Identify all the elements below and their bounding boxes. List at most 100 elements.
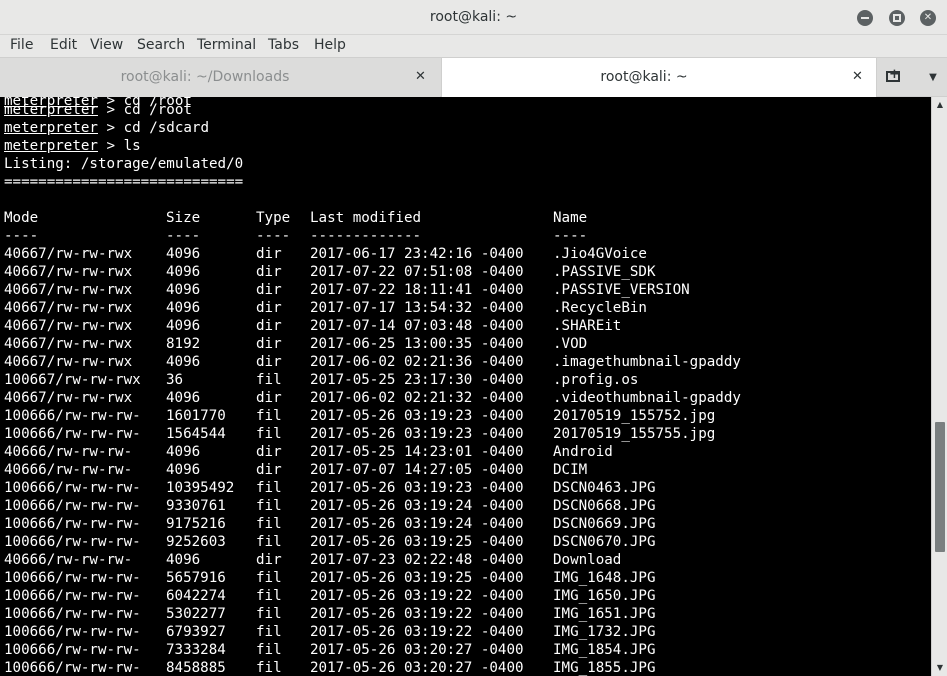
menu-file[interactable]: File — [10, 37, 33, 53]
tab-home[interactable]: root@kali: ~ ✕ — [441, 58, 877, 97]
scrollbar[interactable]: ▲ ▼ — [931, 97, 947, 676]
name-cell: DSCN0670.JPG — [553, 534, 656, 550]
size-cell: 1601770 — [166, 408, 226, 424]
modified-cell: 2017-05-26 03:19:23 -0400 — [310, 480, 524, 496]
type-cell: dir — [256, 282, 282, 298]
name-cell: IMG_1732.JPG — [553, 624, 656, 640]
name-cell: IMG_1854.JPG — [553, 642, 656, 658]
size-cell: 8192 — [166, 336, 201, 352]
terminal-output[interactable]: meterpreter > cd /root meterpreter > cd … — [0, 97, 931, 676]
menu-tabs[interactable]: Tabs — [268, 37, 299, 53]
mode-cell: 40667/rw-rw-rwx — [4, 336, 133, 352]
terminal-line: meterpreter > ls — [4, 137, 141, 155]
command: > cd /root — [97, 102, 192, 118]
size-cell: 4096 — [166, 300, 201, 316]
type-cell: fil — [256, 480, 282, 496]
menu-view[interactable]: View — [90, 37, 123, 53]
minimize-icon[interactable] — [857, 10, 873, 26]
modified-cell: 2017-05-26 03:19:23 -0400 — [310, 408, 524, 424]
new-tab-button[interactable] — [878, 58, 910, 97]
name-cell: DSCN0669.JPG — [553, 516, 656, 532]
modified-cell: 2017-05-26 03:19:22 -0400 — [310, 624, 524, 640]
title-bar: root@kali: ~ — [0, 0, 947, 35]
mode-cell: 40667/rw-rw-rwx — [4, 390, 133, 406]
scrollbar-thumb[interactable] — [935, 422, 945, 552]
name-cell: Download — [553, 552, 622, 568]
mode-cell: 40667/rw-rw-rwx — [4, 264, 133, 280]
size-cell: 7333284 — [166, 642, 226, 658]
column-underlines: ---- ---- ---- ------------- ---- — [4, 227, 587, 245]
name-cell: IMG_1650.JPG — [553, 588, 656, 604]
name-cell: .VOD — [553, 336, 588, 352]
maximize-icon[interactable] — [889, 10, 905, 26]
name-cell: IMG_1855.JPG — [553, 660, 656, 676]
modified-cell: 2017-05-26 03:19:23 -0400 — [310, 426, 524, 442]
modified-cell: 2017-07-23 02:22:48 -0400 — [310, 552, 524, 568]
type-cell: fil — [256, 498, 282, 514]
listing-header: Listing: /storage/emulated/0 — [4, 156, 244, 172]
modified-cell: 2017-05-26 03:19:24 -0400 — [310, 516, 524, 532]
scroll-down-icon[interactable]: ▼ — [932, 660, 947, 676]
modified-cell: 2017-05-26 03:20:27 -0400 — [310, 660, 524, 676]
size-cell: 4096 — [166, 354, 201, 370]
type-cell: dir — [256, 354, 282, 370]
mode-cell: 40667/rw-rw-rwx — [4, 300, 133, 316]
size-cell: 4096 — [166, 282, 201, 298]
size-cell: 9175216 — [166, 516, 226, 532]
type-cell: fil — [256, 426, 282, 442]
close-icon[interactable]: ✕ — [852, 69, 863, 84]
modified-cell: 2017-07-22 18:11:41 -0400 — [310, 282, 524, 298]
column-underline: ---- — [4, 228, 39, 244]
name-cell: 20170519_155755.jpg — [553, 426, 716, 442]
size-cell: 4096 — [166, 390, 201, 406]
modified-cell: 2017-05-25 14:23:01 -0400 — [310, 444, 524, 460]
name-cell: DSCN0668.JPG — [553, 498, 656, 514]
size-cell: 4096 — [166, 246, 201, 262]
mode-cell: 100666/rw-rw-rw- — [4, 516, 141, 532]
tab-label: root@kali: ~/Downloads — [120, 69, 290, 85]
menu-edit[interactable]: Edit — [50, 37, 77, 53]
modified-cell: 2017-05-26 03:19:25 -0400 — [310, 570, 524, 586]
name-cell: DSCN0463.JPG — [553, 480, 656, 496]
menu-bar: File Edit View Search Terminal Tabs Help — [0, 35, 947, 57]
type-cell: fil — [256, 588, 282, 604]
type-cell: fil — [256, 642, 282, 658]
mode-cell: 100666/rw-rw-rw- — [4, 660, 141, 676]
prompt: meterpreter — [4, 138, 98, 154]
name-cell: DCIM — [553, 462, 588, 478]
type-cell: dir — [256, 300, 282, 316]
size-cell: 36 — [166, 372, 184, 388]
modified-cell: 2017-05-26 03:19:22 -0400 — [310, 588, 524, 604]
tab-downloads[interactable]: root@kali: ~/Downloads ✕ — [0, 58, 440, 97]
modified-cell: 2017-06-02 02:21:32 -0400 — [310, 390, 524, 406]
window-title: root@kali: ~ — [429, 9, 518, 25]
mode-cell: 100666/rw-rw-rw- — [4, 588, 141, 604]
scroll-up-icon[interactable]: ▲ — [932, 97, 947, 113]
name-cell: .Jio4GVoice — [553, 246, 647, 262]
close-icon[interactable]: ✕ — [415, 69, 426, 84]
mode-cell: 40667/rw-rw-rwx — [4, 318, 133, 334]
mode-cell: 40667/rw-rw-rwx — [4, 354, 133, 370]
terminal-line: meterpreter > cd /sdcard — [4, 119, 209, 137]
modified-cell: 2017-07-22 07:51:08 -0400 — [310, 264, 524, 280]
type-cell: fil — [256, 516, 282, 532]
dropdown-arrow-icon[interactable]: ▼ — [919, 58, 947, 97]
column-underline: ---- — [256, 228, 291, 244]
mode-cell: 40667/rw-rw-rwx — [4, 246, 133, 262]
type-cell: dir — [256, 318, 282, 334]
mode-cell: 40666/rw-rw-rw- — [4, 444, 133, 460]
new-tab-icon — [886, 67, 900, 82]
type-cell: fil — [256, 660, 282, 676]
menu-help[interactable]: Help — [314, 37, 346, 53]
tab-label: root@kali: ~ — [600, 69, 688, 85]
close-icon[interactable] — [920, 10, 936, 26]
type-cell: fil — [256, 606, 282, 622]
mode-cell: 100666/rw-rw-rw- — [4, 534, 141, 550]
menu-search[interactable]: Search — [137, 37, 185, 53]
type-cell: fil — [256, 570, 282, 586]
type-cell: dir — [256, 390, 282, 406]
column-header: Mode — [4, 210, 39, 226]
menu-terminal[interactable]: Terminal — [197, 37, 256, 53]
name-cell: IMG_1648.JPG — [553, 570, 656, 586]
modified-cell: 2017-07-17 13:54:32 -0400 — [310, 300, 524, 316]
